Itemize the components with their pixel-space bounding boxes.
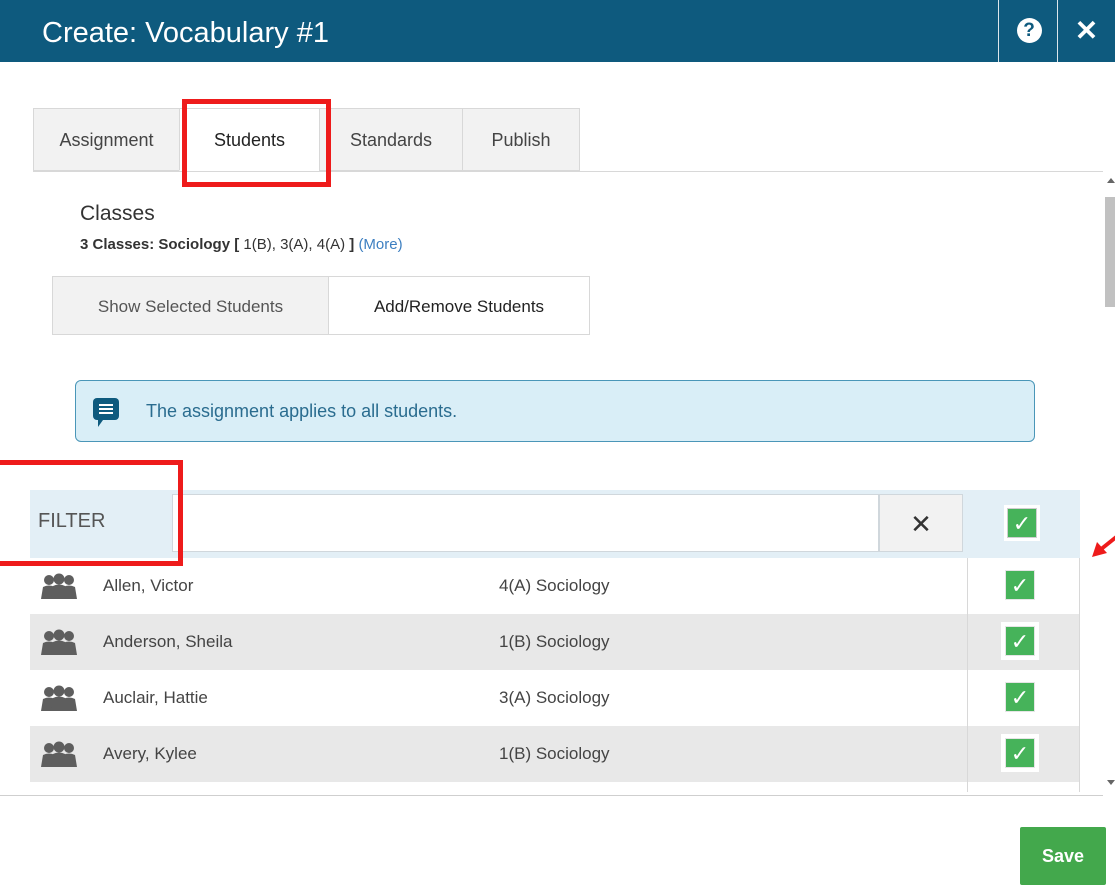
- table-row: Auclair, Hattie 3(A) Sociology ✓: [30, 670, 1080, 726]
- info-alert-text: The assignment applies to all students.: [146, 401, 458, 421]
- add-remove-students-button[interactable]: Add/Remove Students: [328, 276, 590, 335]
- titlebar-divider: [998, 0, 999, 62]
- student-list: Allen, Victor 4(A) Sociology ✓ Anderson,…: [30, 558, 1080, 792]
- close-button[interactable]: ✕: [1058, 0, 1115, 62]
- annotation-highlight-filter: [0, 460, 183, 566]
- tab-assignment[interactable]: Assignment: [33, 108, 180, 171]
- scroll-up-icon[interactable]: [1107, 178, 1115, 183]
- table-row: Avery, Kylee 1(B) Sociology ✓: [30, 726, 1080, 782]
- more-classes-link[interactable]: (More): [358, 236, 402, 253]
- classes-summary-items: 1(B), 3(A), 4(A): [239, 236, 350, 253]
- classes-summary-close: ]: [349, 236, 355, 253]
- dialog-title: Create: Vocabulary #1: [42, 17, 329, 49]
- annotation-arrow-icon: [1092, 535, 1115, 557]
- tab-standards[interactable]: Standards: [319, 108, 463, 171]
- table-row: [30, 782, 1080, 792]
- tab-publish[interactable]: Publish: [462, 108, 580, 171]
- group-icon: [41, 741, 77, 767]
- help-icon: ?: [1016, 18, 1042, 44]
- student-class: 1(B) Sociology: [499, 744, 610, 763]
- info-alert: The assignment applies to all students.: [75, 380, 1035, 442]
- group-icon: [41, 573, 77, 599]
- student-class: 4(A) Sociology: [499, 576, 610, 595]
- group-icon: [41, 685, 77, 711]
- classes-summary: 3 Classes: Sociology [ 1(B), 3(A), 4(A) …: [80, 236, 403, 253]
- filter-input[interactable]: [172, 494, 879, 552]
- student-name: Auclair, Hattie: [103, 688, 208, 707]
- table-row: Allen, Victor 4(A) Sociology ✓: [30, 558, 1080, 614]
- table-row: Anderson, Sheila 1(B) Sociology ✓: [30, 614, 1080, 670]
- message-icon: [93, 398, 119, 427]
- classes-summary-label: 3 Classes: Sociology [: [80, 236, 240, 253]
- annotation-highlight-students-tab: [182, 99, 331, 187]
- student-class: 3(A) Sociology: [499, 688, 610, 707]
- scrollbar-thumb[interactable]: [1105, 197, 1115, 307]
- save-button[interactable]: Save: [1020, 827, 1106, 885]
- group-icon: [41, 629, 77, 655]
- close-icon: ✕: [910, 509, 932, 539]
- classes-heading: Classes: [80, 202, 155, 225]
- scroll-down-icon[interactable]: [1107, 780, 1115, 785]
- show-selected-students-button[interactable]: Show Selected Students: [52, 276, 329, 335]
- student-class: 1(B) Sociology: [499, 632, 610, 651]
- footer-divider: [0, 795, 1103, 796]
- student-name: Avery, Kylee: [103, 744, 197, 763]
- select-all-checkbox[interactable]: ✓: [1007, 508, 1037, 538]
- checkbox-column-border: [967, 558, 1080, 792]
- clear-filter-button[interactable]: ✕: [879, 494, 963, 552]
- help-button[interactable]: ?: [1001, 0, 1057, 62]
- student-name: Anderson, Sheila: [103, 632, 233, 651]
- close-icon: ✕: [1074, 15, 1099, 46]
- student-name: Allen, Victor: [103, 576, 194, 595]
